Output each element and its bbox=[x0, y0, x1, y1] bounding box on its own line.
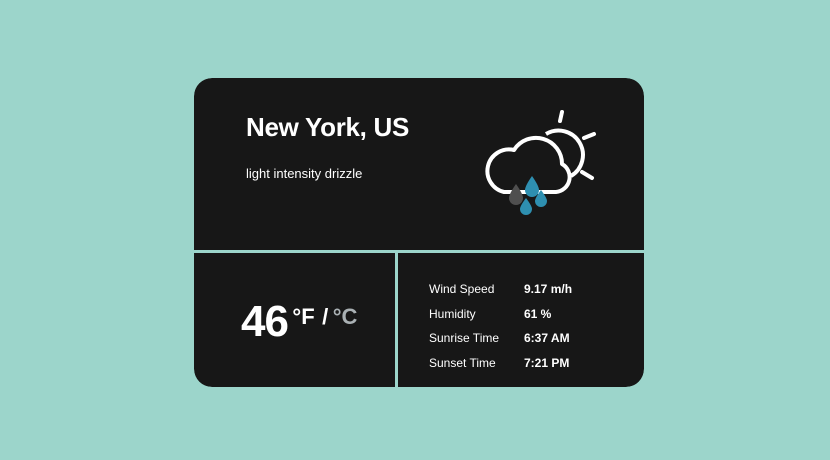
temperature-display: 46 °F / °C bbox=[241, 297, 357, 347]
unit-separator: / bbox=[322, 304, 329, 329]
sunset-label: Sunset Time bbox=[429, 355, 496, 370]
temperature-value: 46 bbox=[241, 297, 289, 346]
humidity-label: Humidity bbox=[429, 306, 476, 321]
city-name: New York, US bbox=[246, 112, 410, 142]
sunset-value: 7:21 PM bbox=[524, 355, 570, 370]
fahrenheit-toggle[interactable]: °F bbox=[292, 304, 314, 329]
sunrise-label: Sunrise Time bbox=[429, 331, 500, 346]
details-panel: Wind Speed 9.17 m/h Humidity 61 % Sunris… bbox=[398, 253, 644, 387]
cloud-sun-drizzle-icon bbox=[485, 110, 596, 215]
location-panel: New York, US light intensity drizzle bbox=[194, 78, 644, 250]
detail-row-humidity: Humidity 61 % bbox=[429, 302, 572, 327]
detail-row-sunset: Sunset Time 7:21 PM bbox=[429, 351, 572, 376]
celsius-toggle[interactable]: °C bbox=[333, 304, 358, 329]
wind-speed-value: 9.17 m/h bbox=[524, 282, 573, 297]
weather-details-table: Wind Speed 9.17 m/h Humidity 61 % Sunris… bbox=[429, 277, 572, 375]
temperature-panel: 46 °F / °C bbox=[194, 253, 395, 387]
weather-card: New York, US light intensity drizzle 46 … bbox=[194, 78, 644, 387]
sunrise-value: 6:37 AM bbox=[524, 331, 570, 346]
wind-speed-label: Wind Speed bbox=[429, 282, 495, 297]
detail-row-sunrise: Sunrise Time 6:37 AM bbox=[429, 326, 572, 351]
detail-row-wind-speed: Wind Speed 9.17 m/h bbox=[429, 277, 572, 302]
humidity-value: 61 % bbox=[524, 306, 552, 321]
weather-description: light intensity drizzle bbox=[246, 166, 363, 181]
